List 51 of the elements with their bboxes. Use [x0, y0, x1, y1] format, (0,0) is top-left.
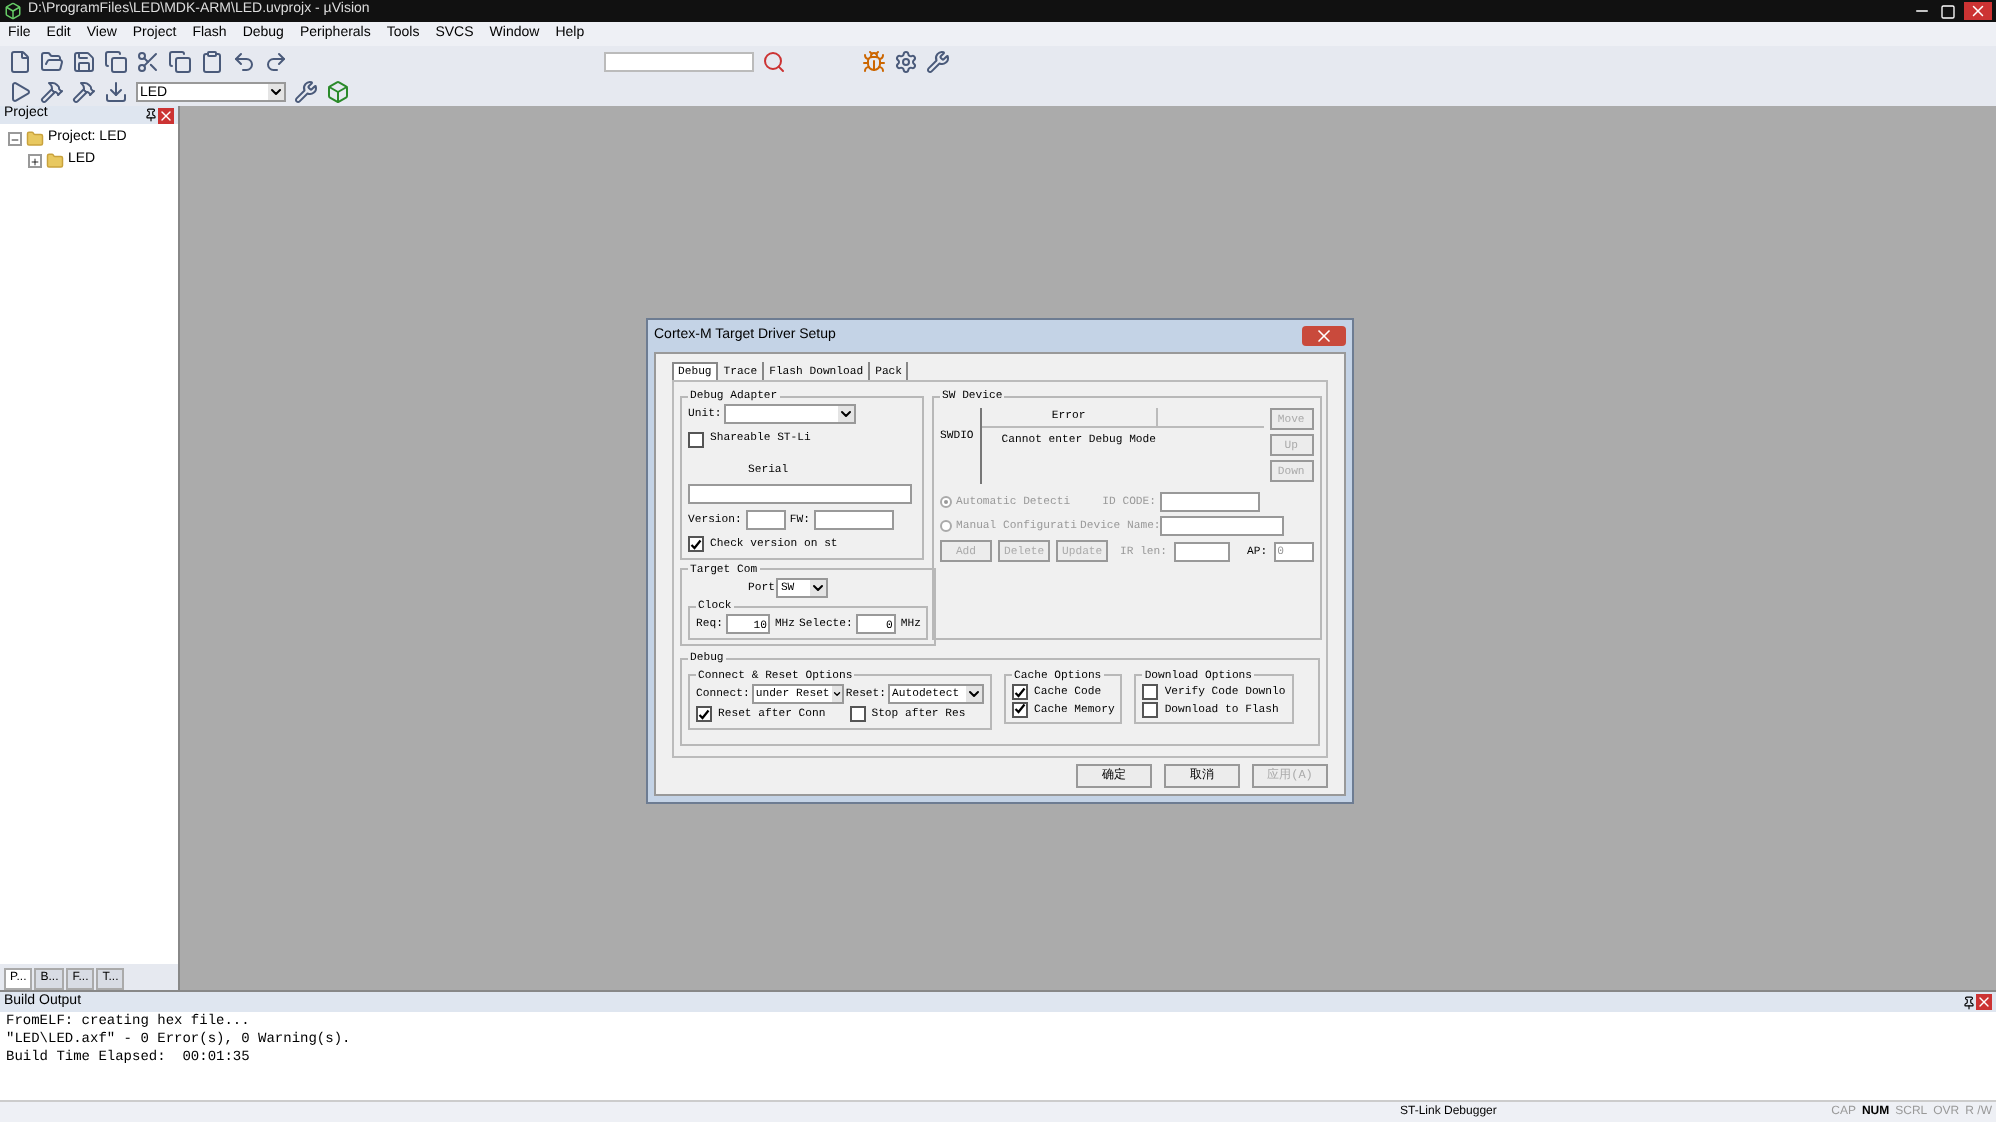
undo-icon[interactable] [232, 50, 256, 74]
open-folder-icon[interactable] [40, 50, 64, 74]
box-icon[interactable] [326, 80, 350, 104]
dropdown-arrow-icon[interactable] [831, 686, 842, 703]
bug-icon[interactable] [862, 50, 886, 74]
input-field[interactable] [1173, 541, 1229, 562]
checkbox[interactable] [849, 706, 866, 723]
input-field[interactable] [1160, 516, 1284, 537]
dropdown-arrow-icon[interactable] [810, 579, 827, 596]
dropdown-arrow-icon[interactable] [268, 84, 284, 100]
checkbox[interactable] [1142, 701, 1159, 718]
checkbox[interactable] [688, 536, 704, 553]
expand-toggle-icon[interactable] [28, 154, 42, 168]
pin-icon[interactable] [1962, 995, 1976, 1009]
redo-icon[interactable] [264, 50, 288, 74]
checkbox[interactable] [1012, 701, 1029, 718]
save-icon[interactable] [72, 50, 96, 74]
close-icon[interactable] [1964, 2, 1992, 20]
wrench-icon[interactable] [926, 50, 950, 74]
radio-button[interactable] [940, 496, 952, 509]
dropdown-arrow-icon[interactable] [966, 686, 983, 703]
checkbox[interactable] [1142, 684, 1159, 701]
search-icon[interactable] [762, 50, 786, 74]
app-icon [4, 2, 22, 20]
input-field[interactable] [1160, 492, 1260, 513]
checkbox[interactable] [688, 431, 704, 448]
checkbox[interactable] [1012, 684, 1029, 701]
paste-icon[interactable] [200, 50, 224, 74]
input-field[interactable] [745, 510, 786, 531]
settings-icon[interactable] [894, 50, 918, 74]
input-field[interactable] [813, 510, 894, 531]
radio-button[interactable] [940, 520, 952, 533]
dropdown-arrow-icon[interactable] [837, 406, 854, 423]
find-field[interactable] [604, 52, 754, 72]
download-icon[interactable] [104, 80, 128, 104]
new-file-icon[interactable] [8, 50, 32, 74]
wrench-icon[interactable] [294, 80, 318, 104]
pin-icon[interactable] [144, 108, 158, 122]
close-icon[interactable] [1302, 326, 1346, 346]
serial-field[interactable] [688, 484, 912, 505]
hammer-icon[interactable] [40, 80, 64, 104]
copy-icon[interactable] [168, 50, 192, 74]
checkbox[interactable] [696, 706, 712, 723]
play-icon[interactable] [8, 80, 32, 104]
cut-icon[interactable] [136, 50, 160, 74]
maximize-icon[interactable] [1938, 3, 1958, 19]
folder-icon [46, 152, 64, 170]
folder-icon [26, 130, 44, 148]
close-icon[interactable] [1976, 994, 1992, 1010]
close-icon[interactable] [158, 107, 174, 123]
expand-toggle-icon[interactable] [8, 132, 22, 146]
